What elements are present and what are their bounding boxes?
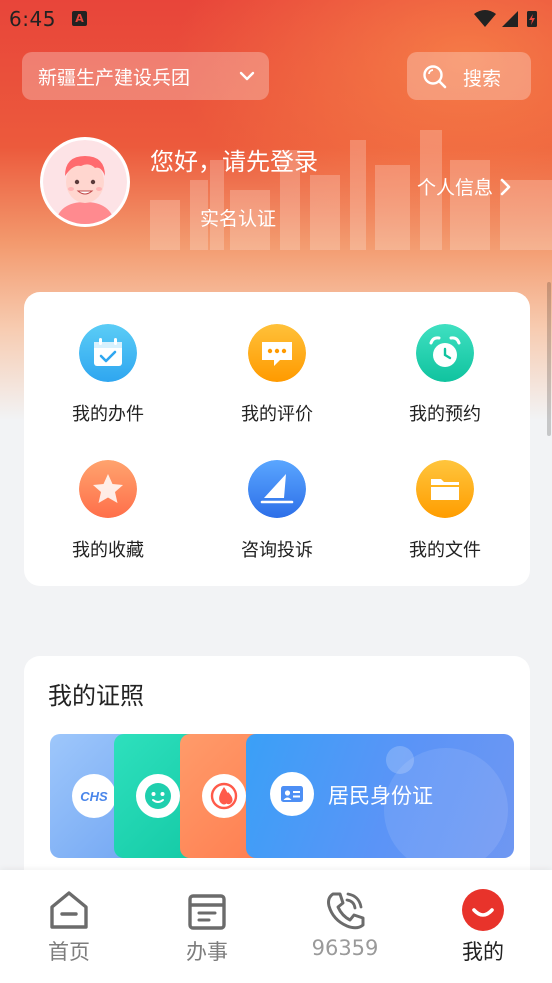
signal-icon: [502, 11, 518, 27]
wifi-icon: [474, 10, 496, 27]
function-label: 咨询投诉: [241, 540, 313, 561]
home-icon: [50, 891, 88, 929]
chat-bubble-icon: [248, 324, 306, 382]
id-card-icon: [270, 772, 314, 816]
license-card-id-card[interactable]: 居民身份证: [246, 734, 514, 858]
status-time: 6:45: [9, 7, 56, 31]
function-my-appointments[interactable]: 我的预约: [375, 324, 515, 434]
personal-info-link[interactable]: 个人信息: [417, 173, 513, 200]
scrollbar[interactable]: [547, 282, 551, 436]
chs-badge-icon: CHS: [72, 774, 116, 818]
region-label: 新疆生产建设兵团: [38, 66, 191, 89]
personal-info-label: 个人信息: [417, 177, 494, 199]
tab-services[interactable]: 办事: [138, 870, 276, 983]
function-my-files[interactable]: 我的文件: [375, 460, 515, 570]
status-icons: [474, 10, 537, 27]
function-my-favorites[interactable]: 我的收藏: [38, 460, 178, 570]
section-title: 我的证照: [48, 682, 144, 710]
tab-label: 96359: [311, 936, 379, 960]
briefcase-icon: [188, 894, 226, 930]
tab-label: 首页: [48, 940, 90, 964]
function-my-reviews[interactable]: 我的评价: [207, 324, 347, 434]
phone-icon: [327, 892, 365, 930]
function-label: 我的文件: [409, 540, 481, 561]
tab-label: 我的: [462, 940, 504, 964]
region-selector[interactable]: 新疆生产建设兵团: [22, 52, 269, 100]
license-label: 居民身份证: [328, 784, 433, 808]
star-icon: [79, 460, 137, 518]
function-my-cases[interactable]: 我的办件: [38, 324, 178, 434]
user-avatar-icon: [43, 140, 127, 224]
function-consult-complaint[interactable]: 咨询投诉: [207, 460, 347, 570]
search-label: 搜索: [463, 68, 502, 90]
function-label: 我的办件: [72, 404, 144, 425]
search-button[interactable]: 搜索: [407, 52, 531, 100]
smile-face-icon: [462, 889, 504, 931]
tab-label: 办事: [186, 940, 228, 964]
search-icon: [423, 65, 447, 89]
tab-mine[interactable]: 我的: [414, 870, 552, 983]
chevron-down-icon: [239, 71, 255, 81]
license-label: CHS: [80, 788, 108, 804]
login-prompt[interactable]: 您好，请先登录: [150, 142, 318, 177]
function-label: 我的评价: [241, 404, 313, 425]
alarm-clock-icon: [416, 324, 474, 382]
blood-drop-icon: [202, 774, 246, 818]
bottom-navigation: 首页 办事 96359 我的: [0, 870, 552, 983]
notification-app-icon: A: [72, 11, 87, 26]
tab-home[interactable]: 首页: [0, 870, 138, 983]
paper-plane-icon: [248, 460, 306, 518]
realname-auth-link[interactable]: 实名认证: [200, 204, 276, 231]
status-bar: 6:45 A: [0, 0, 552, 38]
function-label: 我的预约: [409, 404, 481, 425]
chevron-right-icon: [500, 178, 511, 195]
function-grid-card: 我的办件 我的评价 我的预约 我的收藏 咨询投诉 我的文件: [24, 292, 530, 586]
baby-face-icon: [136, 774, 180, 818]
my-licenses-card: 我的证照 CHS 居民身份证: [24, 656, 530, 896]
tab-hotline[interactable]: 96359: [276, 870, 414, 983]
function-label: 我的收藏: [72, 540, 144, 561]
avatar[interactable]: [40, 137, 130, 227]
folder-icon: [416, 460, 474, 518]
calendar-check-icon: [79, 324, 137, 382]
